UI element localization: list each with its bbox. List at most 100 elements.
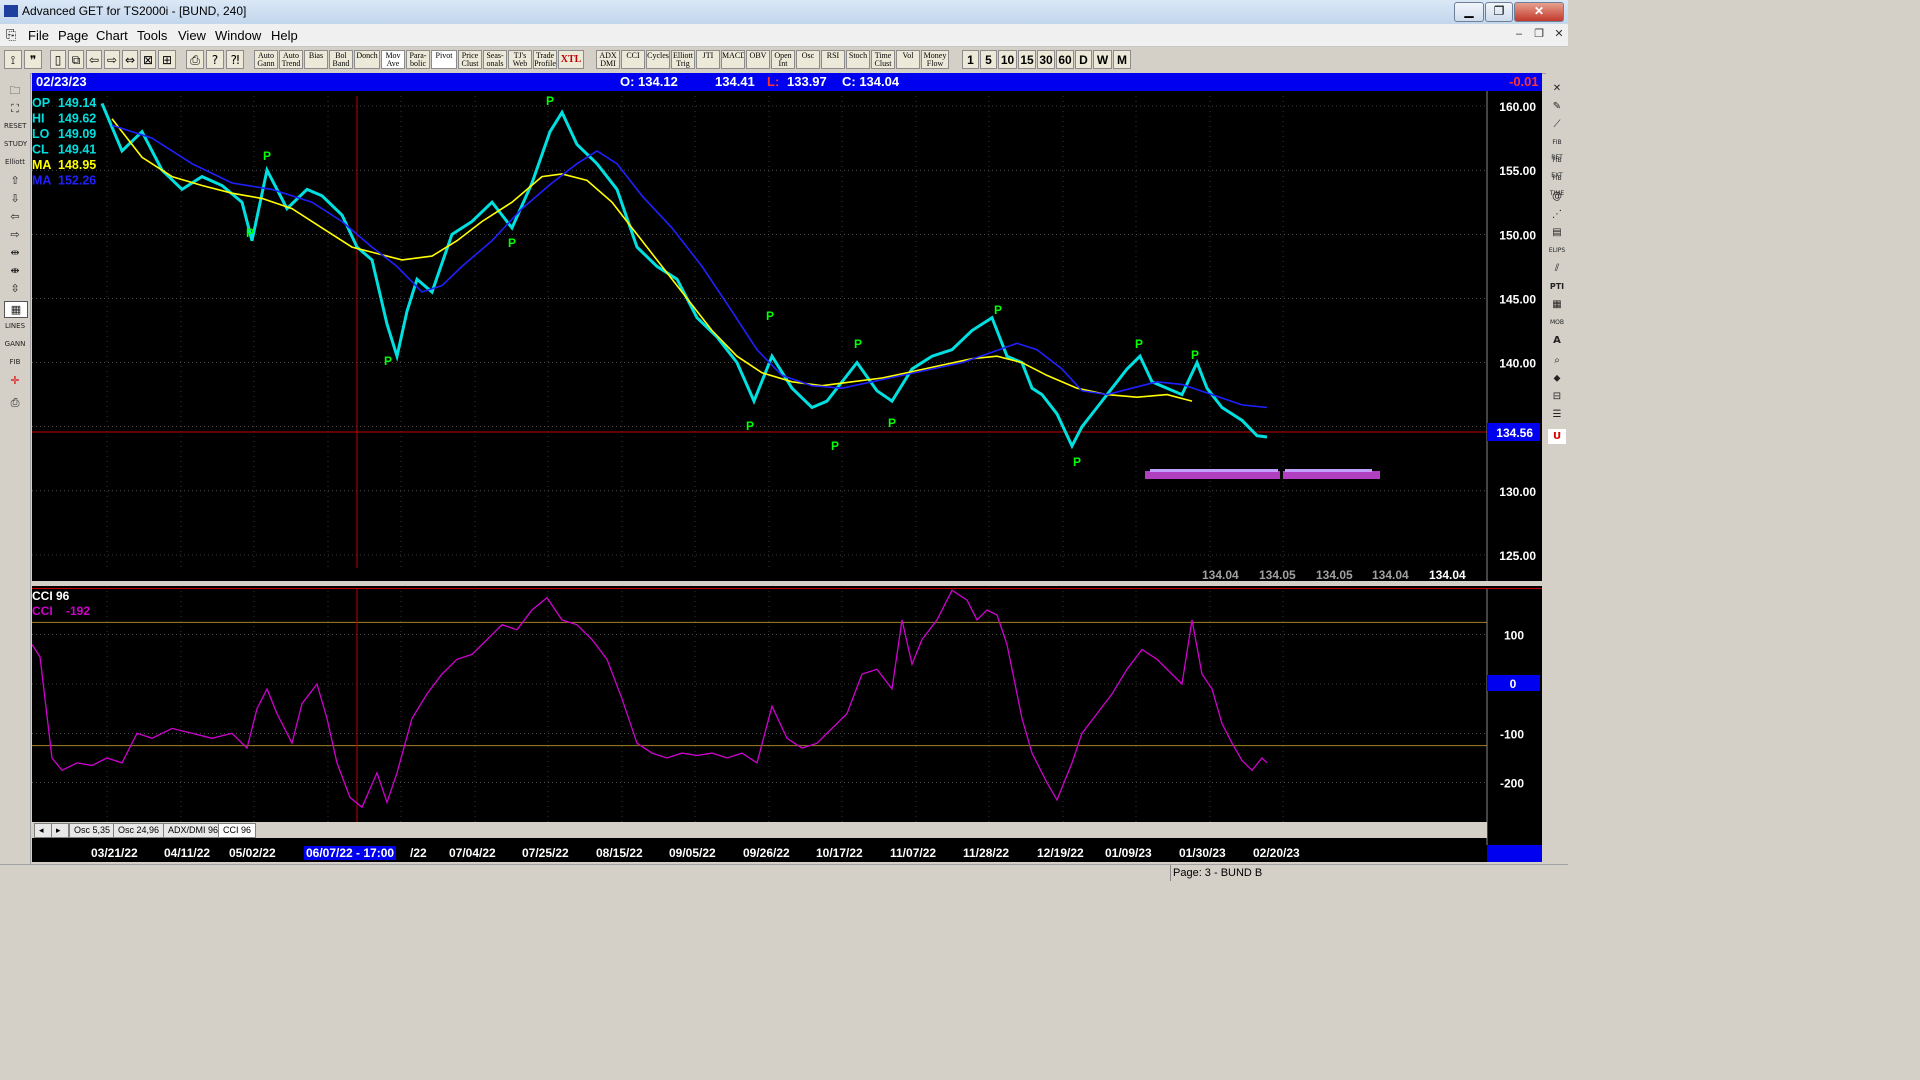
forward-icon[interactable]: ⇨ (104, 50, 120, 69)
study-price-clust-button[interactable]: Price Clust (458, 50, 482, 69)
study-seasonals-button[interactable]: Seas- onals (483, 50, 507, 69)
menu-help[interactable]: Help (271, 28, 298, 43)
study-donch-button[interactable]: Donch (354, 50, 380, 69)
interval-60-button[interactable]: 60 (1056, 50, 1074, 69)
print-icon[interactable]: ⎙ (186, 50, 204, 69)
list-icon[interactable]: ☰ (1548, 407, 1566, 422)
fib-ext-icon[interactable]: FIB EXT (1548, 153, 1566, 179)
tab-osc-24-96[interactable]: Osc 24,96 (113, 823, 165, 838)
close-button[interactable]: ✕ (1514, 2, 1564, 22)
open-folder-icon[interactable]: 🗀 (4, 83, 26, 98)
compress-icon[interactable]: ⇹ (4, 245, 26, 260)
scroll-left-icon[interactable]: ⇦ (4, 209, 26, 224)
interval-1-button[interactable]: 1 (962, 50, 979, 69)
study-tjs-web-button[interactable]: TJ's Web (508, 50, 532, 69)
study-money-flow-button[interactable]: Money Flow (921, 50, 949, 69)
study-macd-button[interactable]: MACD (721, 50, 745, 69)
chart-canvas[interactable]: P P P P P P P P P P P P P P 160.00 155.00 150.00 145.00 1… (32, 91, 1542, 847)
study-xtl-button[interactable]: XTL (558, 50, 584, 69)
minimize-button[interactable]: ▁ (1454, 2, 1484, 22)
ellipse-icon[interactable]: ELIPS (1548, 243, 1566, 258)
pti-icon[interactable]: PTI (1548, 279, 1566, 294)
scroll-down-icon[interactable]: ⇩ (4, 191, 26, 206)
study-auto-trend-button[interactable]: Auto Trend (279, 50, 303, 69)
print-chart-icon[interactable]: ⎙ (4, 395, 26, 410)
text-tool-icon[interactable]: A (1548, 333, 1566, 348)
channel-icon[interactable]: ⫽ (1548, 261, 1566, 276)
date-axis[interactable]: 03/21/22 04/11/22 05/02/22 06/07/22 - 17… (32, 845, 1542, 862)
interval-monthly-button[interactable]: M (1113, 50, 1131, 69)
pencil-icon[interactable]: ✎ (1548, 99, 1566, 114)
grid-off-icon[interactable]: ⊠ (140, 50, 156, 69)
zoom-icon[interactable]: ⇳ (4, 281, 26, 296)
quote-icon[interactable]: ❞ (24, 50, 42, 69)
context-help-icon[interactable]: ⁈ (226, 50, 244, 69)
fib-ret-icon[interactable]: FIB RET (1548, 135, 1566, 161)
ruler-icon[interactable]: ⊟ (1548, 389, 1566, 404)
study-icon[interactable]: STUDY (4, 137, 27, 152)
study-cci-button[interactable]: CCI (621, 50, 645, 69)
fan-icon[interactable]: ⋰ (1548, 207, 1566, 222)
study-bias-button[interactable]: Bias (304, 50, 328, 69)
interval-10-button[interactable]: 10 (998, 50, 1017, 69)
menu-view[interactable]: View (178, 28, 206, 43)
fib-icon[interactable]: FIB (4, 355, 26, 370)
study-elliott-trig-button[interactable]: Elliott Trig (671, 50, 695, 69)
maximize-button[interactable]: ❐ (1485, 2, 1513, 22)
scroll-right-icon[interactable]: ⇨ (4, 227, 26, 242)
magnifier-icon[interactable]: ⌕ (1548, 353, 1566, 368)
interval-5-button[interactable]: 5 (980, 50, 997, 69)
tab-osc-5-35[interactable]: Osc 5,35 (69, 823, 116, 838)
interval-15-button[interactable]: 15 (1018, 50, 1036, 69)
mdi-close-icon[interactable]: ✕ (1550, 27, 1568, 42)
settings-icon[interactable]: ⊞ (158, 50, 176, 69)
study-adx-dmi-button[interactable]: ADX DMI (596, 50, 620, 69)
rectangle-icon[interactable]: ▤ (1548, 225, 1566, 240)
back-icon[interactable]: ⇦ (86, 50, 102, 69)
trendline-icon[interactable]: ⟋ (1548, 117, 1566, 132)
help-icon[interactable]: ? (206, 50, 224, 69)
study-jti-button[interactable]: JTI (696, 50, 720, 69)
study-pivot-button[interactable]: Pivot (431, 50, 457, 69)
magnet-icon[interactable]: U (1548, 429, 1566, 444)
study-time-clust-button[interactable]: Time Clust (871, 50, 895, 69)
menu-page[interactable]: Page (58, 28, 88, 43)
crosshair-icon[interactable]: ✛ (4, 373, 26, 388)
elliott-icon[interactable]: Elliott (4, 155, 26, 170)
interval-weekly-button[interactable]: W (1093, 50, 1112, 69)
tab-cci-96[interactable]: CCI 96 (218, 823, 257, 838)
tab-scroll-left-icon[interactable]: ◂ (34, 823, 52, 838)
study-trade-profile-button[interactable]: Trade Profile (533, 50, 557, 69)
menu-file[interactable]: File (28, 28, 49, 43)
menu-window[interactable]: Window (215, 28, 261, 43)
scroll-up-icon[interactable]: ⇧ (4, 173, 26, 188)
study-stoch-button[interactable]: Stoch (846, 50, 870, 69)
mdi-minimize-icon[interactable]: ‒ (1510, 27, 1528, 42)
study-vol-button[interactable]: Vol (896, 50, 920, 69)
chart-view-icon[interactable]: ⛶ (4, 101, 26, 116)
cancel-tool-icon[interactable]: ✕ (1548, 81, 1566, 96)
cursor-tool-icon[interactable]: ⟟ (4, 50, 22, 69)
spiral-icon[interactable]: @ (1548, 189, 1566, 204)
reset-icon[interactable]: RESET (4, 119, 26, 134)
interval-daily-button[interactable]: D (1075, 50, 1092, 69)
mdi-restore-icon[interactable]: ❐ (1530, 27, 1548, 42)
study-bol-band-button[interactable]: Bol Band (329, 50, 353, 69)
gann-icon[interactable]: GANN (4, 337, 26, 352)
grid-tool-icon[interactable]: ▦ (1548, 297, 1566, 312)
lines-icon[interactable]: LINES (4, 319, 26, 334)
menu-tools[interactable]: Tools (137, 28, 167, 43)
mob-icon[interactable]: MOB (1548, 315, 1566, 330)
link-icon[interactable]: ⇔ (122, 50, 138, 69)
study-mov-ave-button[interactable]: Mov Ave (381, 50, 405, 69)
tab-adx-dmi-96[interactable]: ADX/DMI 96 (163, 823, 224, 838)
study-parabolic-button[interactable]: Para- bolic (406, 50, 430, 69)
study-osc-button[interactable]: Osc (796, 50, 820, 69)
expand-icon[interactable]: ⇼ (4, 263, 26, 278)
new-page-icon[interactable]: ▯ (50, 50, 66, 69)
grid-icon[interactable]: ▦ (4, 301, 28, 318)
marker-icon[interactable]: ⬥ (1548, 371, 1566, 386)
study-rsi-button[interactable]: RSI (821, 50, 845, 69)
study-obv-button[interactable]: OBV (746, 50, 770, 69)
menu-chart[interactable]: Chart (96, 28, 128, 43)
